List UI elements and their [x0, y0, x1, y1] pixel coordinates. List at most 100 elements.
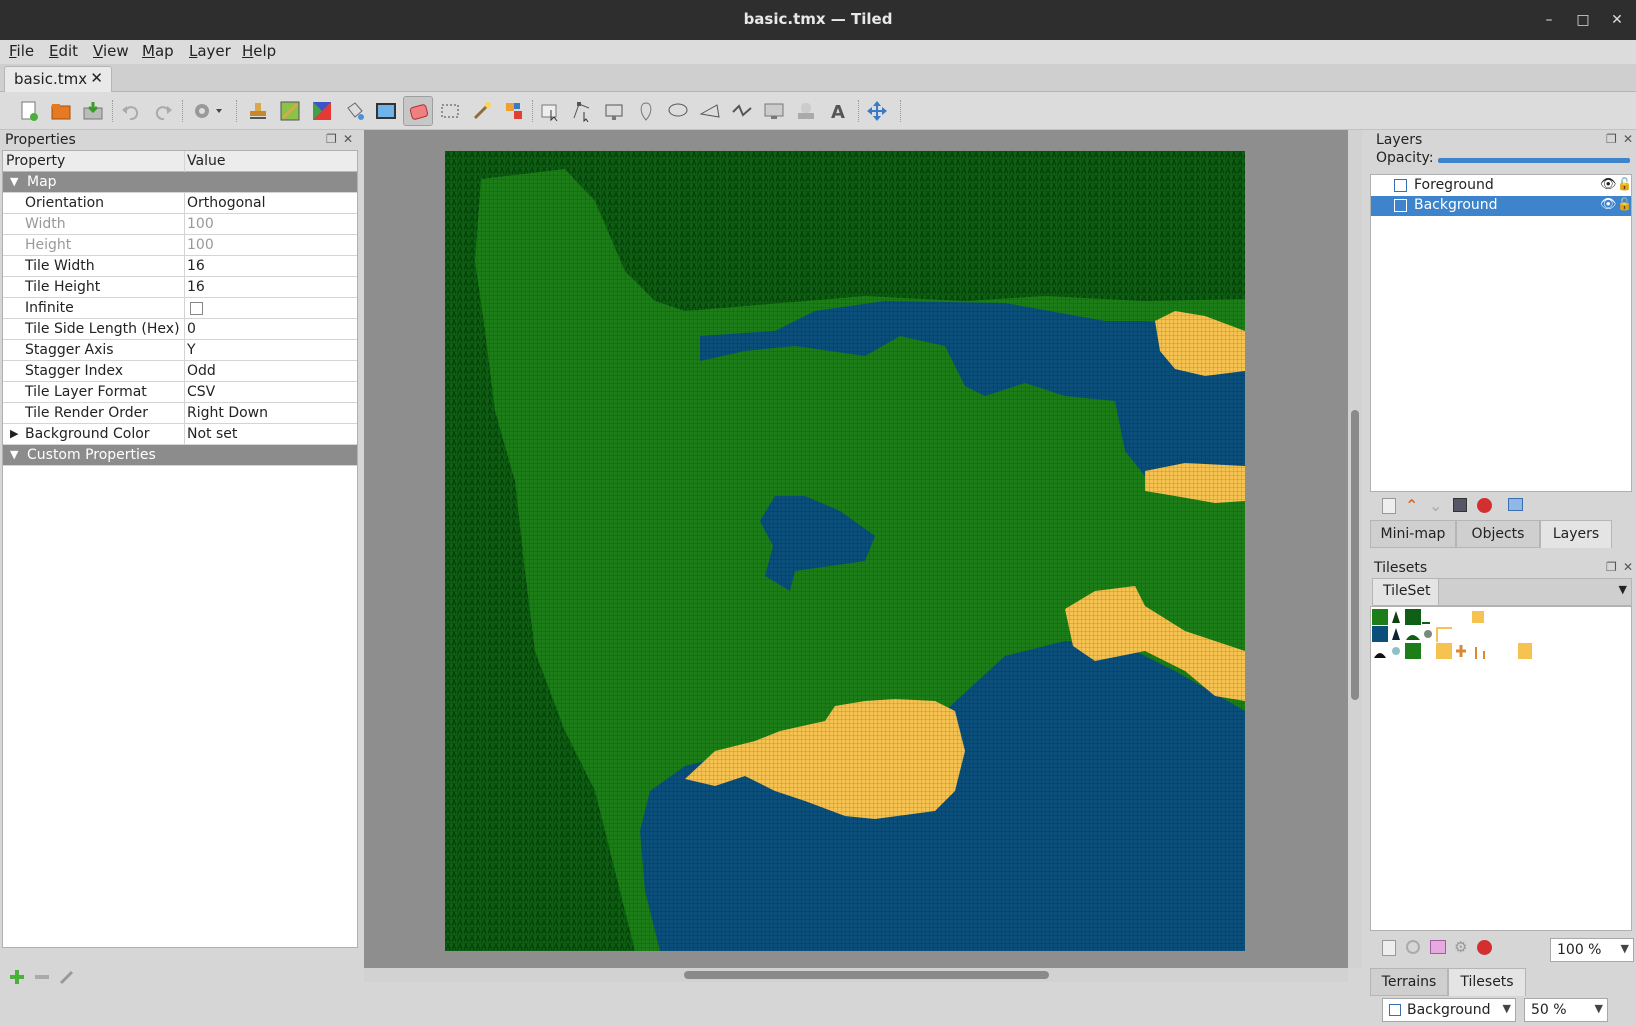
menu-map[interactable]: Map — [142, 42, 174, 60]
lower-layer-icon[interactable]: ⌄ — [1429, 496, 1442, 515]
tileset-tabs-dropdown-icon[interactable]: ▼ — [1619, 583, 1627, 596]
menu-help[interactable]: Help — [242, 42, 276, 60]
float-panel-icon[interactable]: ❐ — [326, 132, 337, 146]
bucket-fill-button[interactable] — [339, 96, 369, 126]
terrain-brush-button[interactable] — [275, 96, 305, 126]
export-tileset-icon[interactable] — [1430, 940, 1446, 954]
insert-polyline-button[interactable] — [727, 96, 757, 126]
lock-icon[interactable]: 🔓 — [1617, 197, 1632, 211]
property-value[interactable]: 0 — [187, 321, 196, 337]
collapse-arrow-icon[interactable]: ▼ — [10, 175, 18, 188]
float-panel-icon[interactable]: ❐ — [1606, 132, 1617, 146]
collapse-arrow-icon[interactable]: ▼ — [10, 448, 18, 461]
insert-tile-button[interactable] — [759, 96, 789, 126]
map-canvas[interactable] — [364, 130, 1348, 968]
edit-polygons-button[interactable] — [567, 96, 597, 126]
group-map[interactable]: ▼ Map — [3, 172, 357, 193]
new-tileset-icon[interactable] — [1382, 940, 1396, 956]
insert-polygon-button[interactable] — [695, 96, 725, 126]
property-row[interactable]: Tile Height 16 — [3, 277, 357, 298]
property-row[interactable]: Stagger Index Odd — [3, 361, 357, 382]
property-row[interactable]: Tile Width 16 — [3, 256, 357, 277]
canvas-horizontal-scrollbar[interactable] — [364, 968, 1348, 982]
open-file-button[interactable] — [46, 96, 76, 126]
document-tab[interactable]: basic.tmx ✕ — [4, 66, 112, 92]
commands-button[interactable] — [188, 96, 230, 126]
insert-ellipse-button[interactable] — [663, 96, 693, 126]
layer-offset-button[interactable] — [862, 96, 892, 126]
menu-layer[interactable]: Layer — [189, 42, 231, 60]
property-value[interactable]: 16 — [187, 258, 205, 274]
remove-property-button[interactable] — [33, 968, 51, 990]
layer-row-foreground[interactable]: Foreground 👁 🔓 — [1371, 176, 1632, 196]
menu-edit[interactable]: Edit — [49, 42, 78, 60]
toggle-other-layers-icon[interactable] — [1508, 498, 1523, 511]
new-file-button[interactable] — [14, 96, 44, 126]
menu-file[interactable]: File — [9, 42, 34, 60]
tab-mini-map[interactable]: Mini-map — [1370, 520, 1456, 548]
raise-layer-icon[interactable]: ⌃ — [1405, 496, 1418, 515]
infinite-checkbox[interactable] — [190, 302, 203, 315]
rename-property-button[interactable] — [58, 968, 76, 990]
select-same-tile-button[interactable] — [499, 96, 529, 126]
property-value[interactable]: Right Down — [187, 405, 268, 421]
gear-icon[interactable]: ⚙ — [1454, 938, 1467, 956]
wang-brush-button[interactable] — [307, 96, 337, 126]
minimize-button[interactable]: – — [1536, 8, 1562, 32]
insert-text-button[interactable]: A — [823, 96, 853, 126]
eye-icon[interactable]: 👁 — [1600, 197, 1617, 212]
property-value[interactable]: Y — [187, 342, 196, 358]
tab-terrains[interactable]: Terrains — [1370, 968, 1448, 996]
close-panel-icon[interactable]: ✕ — [1623, 560, 1633, 574]
property-row[interactable]: Infinite — [3, 298, 357, 319]
menu-view[interactable]: View — [93, 42, 129, 60]
tab-tileset[interactable]: TileSet — [1373, 579, 1439, 605]
tile-map[interactable] — [445, 151, 1245, 951]
new-layer-icon[interactable] — [1382, 498, 1396, 514]
property-row[interactable]: Stagger Axis Y — [3, 340, 357, 361]
duplicate-layer-icon[interactable] — [1453, 498, 1467, 512]
redo-button[interactable] — [148, 96, 178, 126]
opacity-slider[interactable] — [1438, 158, 1630, 163]
property-row[interactable]: ▶ Background Color Not set — [3, 424, 357, 445]
remove-tileset-icon[interactable] — [1477, 940, 1492, 955]
property-row[interactable]: Tile Side Length (Hex) 0 — [3, 319, 357, 340]
eye-icon[interactable]: 👁 — [1600, 177, 1617, 192]
remove-layer-icon[interactable] — [1477, 498, 1492, 513]
property-row[interactable]: Orientation Orthogonal — [3, 193, 357, 214]
property-row[interactable]: Tile Layer Format CSV — [3, 382, 357, 403]
save-file-button[interactable] — [78, 96, 108, 126]
select-objects-button[interactable] — [535, 96, 565, 126]
expand-arrow-icon[interactable]: ▶ — [10, 427, 18, 440]
property-value[interactable]: CSV — [187, 384, 215, 400]
close-window-button[interactable]: ✕ — [1604, 8, 1630, 32]
property-row[interactable]: Tile Render Order Right Down — [3, 403, 357, 424]
float-panel-icon[interactable]: ❐ — [1606, 560, 1617, 574]
stamp-brush-button[interactable] — [243, 96, 273, 126]
group-custom-properties[interactable]: ▼ Custom Properties — [3, 445, 357, 466]
shape-fill-button[interactable] — [371, 96, 401, 126]
property-value[interactable]: Odd — [187, 363, 216, 379]
vertical-scroll-thumb[interactable] — [1351, 410, 1359, 700]
tileset-tiles[interactable] — [1372, 609, 1532, 661]
tileset-zoom-select[interactable]: 100 % ▼ — [1550, 938, 1634, 962]
magic-wand-button[interactable] — [467, 96, 497, 126]
lock-icon[interactable]: 🔓 — [1617, 177, 1632, 191]
close-tab-icon[interactable]: ✕ — [90, 69, 103, 87]
property-value[interactable]: Not set — [187, 426, 237, 442]
tileset-view[interactable] — [1370, 606, 1632, 931]
close-panel-icon[interactable]: ✕ — [343, 132, 353, 146]
layer-row-background[interactable]: Background 👁 🔓 — [1371, 196, 1632, 216]
close-panel-icon[interactable]: ✕ — [1623, 132, 1633, 146]
insert-rectangle-button[interactable] — [599, 96, 629, 126]
map-zoom-select[interactable]: 50 % ▼ — [1524, 998, 1608, 1022]
maximize-button[interactable]: □ — [1570, 8, 1596, 32]
current-layer-select[interactable]: Background ▼ — [1382, 998, 1516, 1022]
tab-layers[interactable]: Layers — [1540, 520, 1612, 548]
property-value[interactable]: Orthogonal — [187, 195, 266, 211]
undo-button[interactable] — [116, 96, 146, 126]
reload-tileset-icon[interactable] — [1406, 940, 1420, 954]
add-property-button[interactable] — [8, 968, 26, 990]
tab-objects[interactable]: Objects — [1456, 520, 1540, 548]
tab-tilesets[interactable]: Tilesets — [1448, 968, 1526, 996]
